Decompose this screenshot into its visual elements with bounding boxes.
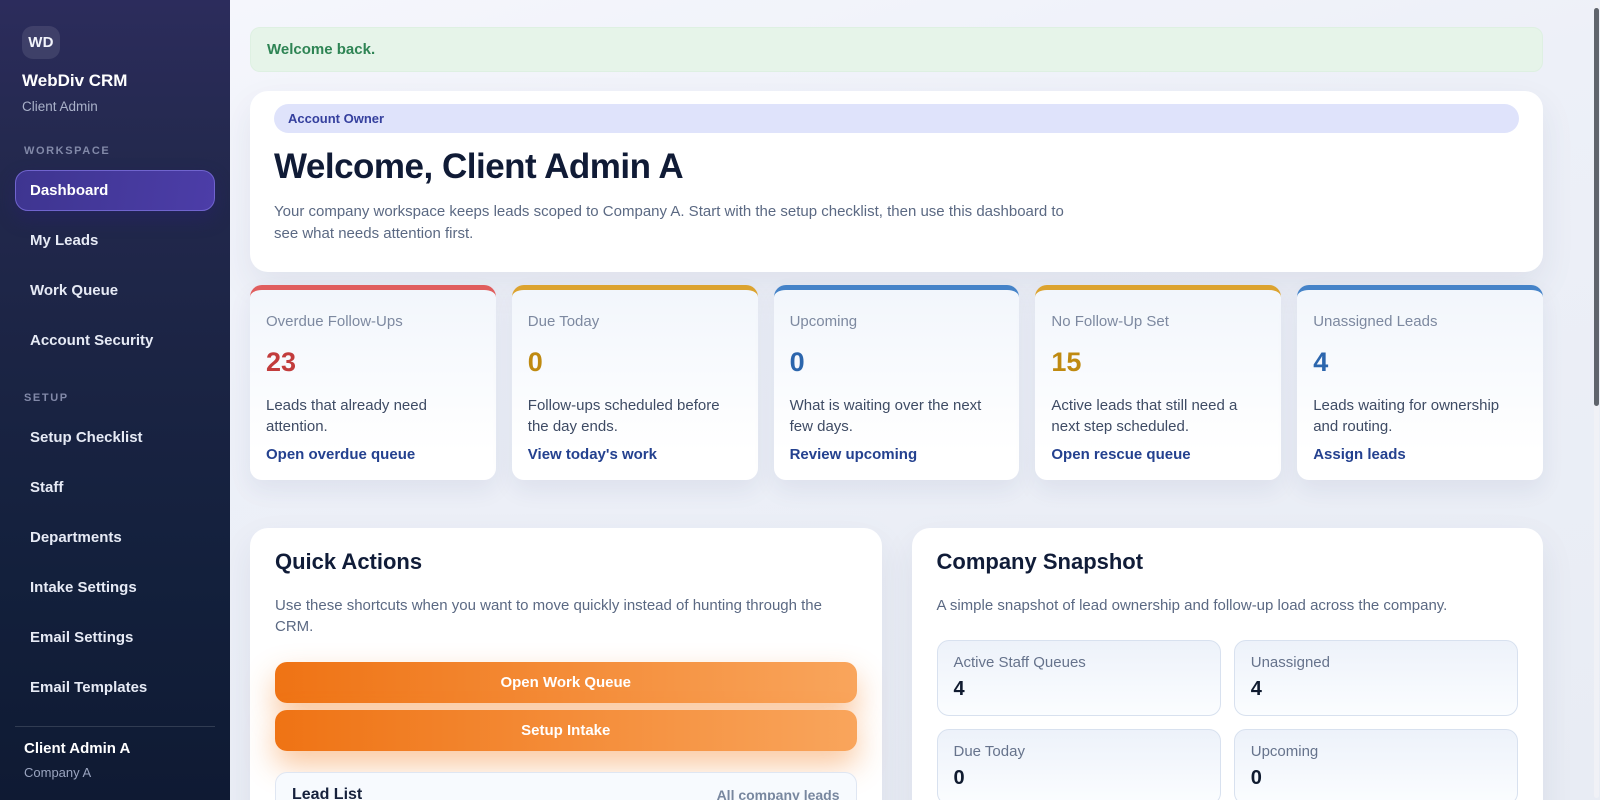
- hero-description: Your company workspace keeps leads scope…: [274, 203, 1064, 242]
- snapshot-box-due-today: Due Today 0: [936, 729, 1221, 800]
- stat-description: Active leads that still need a next step…: [1051, 396, 1238, 435]
- account-owner-badge-text: Account Owner: [288, 111, 385, 126]
- hero-card: Account Owner Welcome, Client Admin A Yo…: [250, 91, 1543, 272]
- sidebar-item-label: Work Queue: [30, 282, 119, 299]
- open-work-queue-button[interactable]: Open Work Queue: [275, 662, 857, 704]
- sidebar-section-setup: SETUP: [24, 392, 69, 404]
- setup-intake-button[interactable]: Setup Intake: [275, 710, 857, 752]
- sidebar-item-departments[interactable]: Departments: [15, 517, 215, 558]
- sidebar-item-label: Departments: [30, 529, 122, 546]
- open-rescue-queue-link[interactable]: Open rescue queue: [1051, 446, 1190, 463]
- stat-label: Unassigned Leads: [1313, 312, 1438, 330]
- sidebar-item-work-queue[interactable]: Work Queue: [15, 270, 215, 311]
- stat-label: No Follow-Up Set: [1051, 312, 1169, 330]
- scrollbar-thumb[interactable]: [1594, 8, 1599, 406]
- snapshot-box-unassigned: Unassigned 4: [1233, 640, 1518, 717]
- stat-value: 4: [1313, 346, 1329, 377]
- sidebar-item-staff[interactable]: Staff: [15, 467, 215, 508]
- app-logo-text: WD: [28, 34, 54, 51]
- stat-card-upcoming: Upcoming 0 What is waiting over the next…: [773, 284, 1020, 481]
- main-content: Welcome back. Account Owner Welcome, Cli…: [230, 0, 1600, 800]
- sidebar-item-dashboard[interactable]: Dashboard: [15, 170, 215, 211]
- footer-company-name: Company A: [24, 765, 92, 780]
- snapshot-label: Due Today: [953, 743, 1025, 761]
- sidebar-footer: Client Admin A Company A: [15, 726, 215, 784]
- sidebar-item-label: Intake Settings: [30, 579, 137, 596]
- stat-description: Leads that already need attention.: [266, 396, 427, 435]
- sidebar-item-label: Email Settings: [30, 629, 134, 646]
- sidebar: WD WebDiv CRM Client Admin WORKSPACE Das…: [0, 0, 230, 800]
- company-snapshot-card: Company Snapshot A simple snapshot of le…: [911, 528, 1543, 800]
- sidebar-item-account-security[interactable]: Account Security: [15, 320, 215, 361]
- stat-card-overdue-follow-ups: Overdue Follow-Ups 23 Leads that already…: [250, 284, 496, 481]
- snapshot-label: Upcoming: [1250, 743, 1319, 761]
- snapshot-value: 4: [1250, 678, 1262, 701]
- snapshot-label: Active Staff Queues: [953, 654, 1086, 672]
- sidebar-item-label: Staff: [30, 479, 64, 496]
- sidebar-item-label: Account Security: [30, 332, 154, 349]
- stat-card-due-today: Due Today 0 Follow-ups scheduled before …: [511, 284, 758, 481]
- quick-actions-buttons: Open Work Queue Setup Intake: [275, 662, 857, 752]
- stat-value: 15: [1051, 346, 1082, 377]
- app-role: Client Admin: [22, 99, 98, 114]
- footer-user-name: Client Admin A: [24, 740, 131, 757]
- lead-list-row[interactable]: Lead List All company leads: [275, 772, 857, 800]
- company-snapshot-title: Company Snapshot: [936, 549, 1144, 575]
- sidebar-item-label: My Leads: [30, 232, 99, 249]
- stat-label: Upcoming: [789, 312, 858, 330]
- stat-label: Overdue Follow-Ups: [266, 312, 403, 330]
- sidebar-item-label: Email Templates: [30, 679, 148, 696]
- welcome-banner: Welcome back.: [250, 27, 1543, 72]
- review-upcoming-link[interactable]: Review upcoming: [790, 446, 918, 463]
- sidebar-item-email-templates[interactable]: Email Templates: [15, 667, 215, 708]
- sidebar-item-email-settings[interactable]: Email Settings: [15, 617, 215, 658]
- assign-leads-link[interactable]: Assign leads: [1313, 446, 1406, 463]
- lead-list-meta: All company leads: [716, 787, 840, 800]
- welcome-banner-text: Welcome back.: [267, 41, 376, 58]
- sidebar-item-label: Dashboard: [30, 182, 109, 199]
- lead-list-title: Lead List: [292, 786, 363, 800]
- stats-row: Overdue Follow-Ups 23 Leads that already…: [250, 284, 1543, 481]
- quick-actions-description: Use these shortcuts when you want to mov…: [275, 597, 822, 636]
- stat-label: Due Today: [527, 312, 600, 330]
- quick-actions-card: Quick Actions Use these shortcuts when y…: [250, 528, 882, 800]
- sidebar-item-setup-checklist[interactable]: Setup Checklist: [15, 417, 215, 458]
- bottom-row: Quick Actions Use these shortcuts when y…: [250, 528, 1543, 800]
- account-owner-badge: Account Owner: [274, 104, 1519, 133]
- open-overdue-queue-link[interactable]: Open overdue queue: [266, 446, 415, 463]
- stat-description: What is waiting over the next few days.: [789, 396, 982, 435]
- stat-card-no-follow-up-set: No Follow-Up Set 15 Active leads that st…: [1035, 284, 1282, 481]
- sidebar-section-workspace: WORKSPACE: [24, 145, 111, 157]
- stat-description: Follow-ups scheduled before the day ends…: [527, 396, 720, 435]
- sidebar-item-my-leads[interactable]: My Leads: [15, 220, 215, 261]
- page-title: Welcome, Client Admin A: [274, 147, 684, 186]
- snapshot-box-upcoming: Upcoming 0: [1233, 729, 1518, 800]
- snapshot-box-active-staff-queues: Active Staff Queues 4: [936, 640, 1221, 717]
- stat-card-unassigned-leads: Unassigned Leads 4 Leads waiting for own…: [1297, 284, 1543, 481]
- quick-actions-title: Quick Actions: [275, 549, 423, 575]
- snapshot-grid: Active Staff Queues 4 Unassigned 4 Due T…: [936, 640, 1518, 800]
- app-logo: WD: [22, 26, 60, 59]
- app-name: WebDiv CRM: [22, 71, 128, 90]
- stat-value: 23: [266, 346, 297, 377]
- stat-value: 0: [789, 346, 805, 377]
- stat-description: Leads waiting for ownership and routing.: [1313, 396, 1500, 435]
- snapshot-value: 4: [953, 678, 965, 701]
- brand-block: WD WebDiv CRM Client Admin: [15, 26, 215, 114]
- stat-value: 0: [527, 346, 543, 377]
- sidebar-item-intake-settings[interactable]: Intake Settings: [15, 567, 215, 608]
- snapshot-label: Unassigned: [1250, 654, 1330, 672]
- sidebar-item-label: Setup Checklist: [30, 429, 143, 446]
- snapshot-value: 0: [953, 767, 965, 790]
- company-snapshot-description: A simple snapshot of lead ownership and …: [936, 597, 1448, 615]
- snapshot-value: 0: [1250, 767, 1262, 790]
- view-todays-work-link[interactable]: View today's work: [528, 446, 657, 463]
